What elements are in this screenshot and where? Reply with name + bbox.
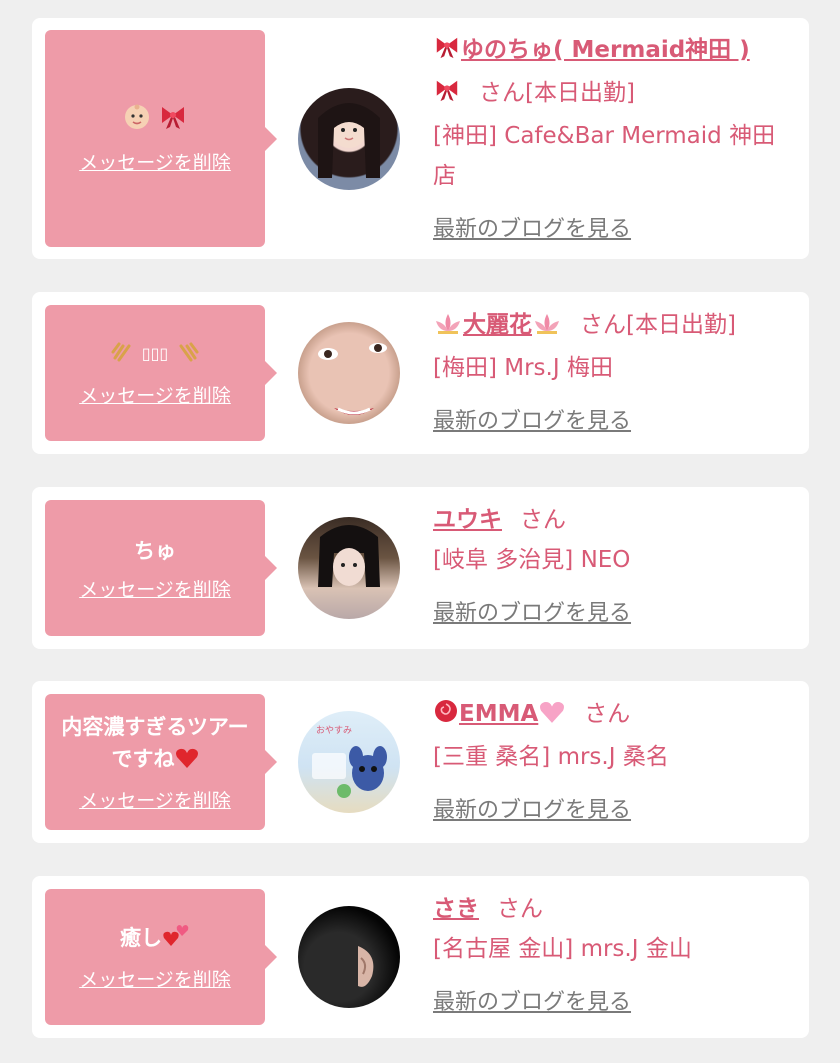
delete-message-link[interactable]: メッセージを削除 xyxy=(79,148,231,175)
profile-info: 大麗花 さん[本日出勤] [梅田] Mrs.J 梅田 最新のブログを見る xyxy=(433,305,797,442)
svg-text:おやすみ: おやすみ xyxy=(316,725,352,736)
profile-name-link[interactable]: さき xyxy=(433,896,479,922)
sparkle-icon xyxy=(173,340,199,373)
list-item: ▯▯▯ メッセージを削除 大麗花 さん[本日出勤] [梅田] Mrs.J 梅田 … xyxy=(32,292,809,454)
message-body: 内容濃すぎるツアーですね xyxy=(61,715,249,771)
avatar[interactable] xyxy=(298,517,400,619)
message-bubble: 内容濃すぎるツアーですね メッセージを削除 xyxy=(45,694,277,830)
baby-icon xyxy=(123,103,151,140)
list-item: メッセージを削除 ゆのちゅ( Mermaid神田 ) さん[本日出勤] [神田]… xyxy=(32,18,809,259)
latest-blog-link[interactable]: 最新のブログを見る xyxy=(433,210,631,250)
message-body: ▯▯▯ xyxy=(141,344,169,363)
shop-name: [三重 桑名] mrs.J 桑名 xyxy=(433,744,669,770)
message-text: ちゅ xyxy=(134,538,176,563)
honorific-status: さん[本日出勤] xyxy=(479,80,635,106)
shop-name: [名古屋 金山] mrs.J 金山 xyxy=(433,936,692,962)
message-text: 癒し xyxy=(112,922,198,957)
two-hearts-icon xyxy=(162,922,190,957)
honorific-status: さん xyxy=(584,701,631,727)
avatar[interactable]: おやすみ xyxy=(298,711,400,813)
rose-icon xyxy=(433,697,459,737)
delete-message-link[interactable]: メッセージを削除 xyxy=(79,381,231,408)
profile-info: EMMA さん [三重 桑名] mrs.J 桑名 最新のブログを見る xyxy=(433,694,797,831)
latest-blog-link[interactable]: 最新のブログを見る xyxy=(433,594,631,634)
list-item: 内容濃すぎるツアーですね メッセージを削除 おやすみ EMMA さん [三重 桑… xyxy=(32,681,809,843)
profile-name-link[interactable]: ゆのちゅ( Mermaid神田 ) xyxy=(461,37,750,63)
delete-message-link[interactable]: メッセージを削除 xyxy=(79,786,231,813)
profile-info: ユウキ さん [岐阜 多治見] NEO 最新のブログを見る xyxy=(433,500,797,634)
message-bubble: ちゅ メッセージを削除 xyxy=(45,500,277,636)
ribbon-icon xyxy=(433,76,461,116)
list-item: ちゅ メッセージを削除 ユウキ さん [岐阜 多治見] NEO 最新のブログを見る xyxy=(32,487,809,649)
message-bubble: メッセージを削除 xyxy=(45,30,277,247)
message-body: 癒し xyxy=(120,926,162,950)
avatar[interactable] xyxy=(298,906,400,1008)
message-text: 内容濃すぎるツアーですね xyxy=(45,711,265,778)
shop-name: [梅田] Mrs.J 梅田 xyxy=(433,355,613,381)
latest-blog-link[interactable]: 最新のブログを見る xyxy=(433,791,631,831)
honorific-status: さん[本日出勤] xyxy=(580,312,736,338)
delete-message-link[interactable]: メッセージを削除 xyxy=(79,575,231,602)
message-bubble: ▯▯▯ メッセージを削除 xyxy=(45,305,277,441)
avatar[interactable] xyxy=(298,88,400,190)
list-item: 癒し メッセージを削除 さき さん [名古屋 金山] mrs.J 金山 最新のブロ… xyxy=(32,876,809,1038)
honorific-status: さん xyxy=(520,507,566,533)
shop-name: [岐阜 多治見] NEO xyxy=(433,547,631,573)
profile-info: さき さん [名古屋 金山] mrs.J 金山 最新のブログを見る xyxy=(433,889,797,1023)
shop-name: [神田] Cafe&Bar Mermaid 神田店 xyxy=(433,123,776,189)
message-text: ▯▯▯ xyxy=(103,338,208,373)
red-heart-icon xyxy=(175,746,199,778)
ribbon-icon xyxy=(159,103,187,140)
favorites-list: メッセージを削除 ゆのちゅ( Mermaid神田 ) さん[本日出勤] [神田]… xyxy=(0,0,840,1063)
message-bubble: 癒し メッセージを削除 xyxy=(45,889,277,1025)
message-text xyxy=(115,103,194,140)
lotus-icon xyxy=(433,308,463,348)
profile-info: ゆのちゅ( Mermaid神田 ) さん[本日出勤] [神田] Cafe&Bar… xyxy=(433,30,797,250)
latest-blog-link[interactable]: 最新のブログを見る xyxy=(433,402,631,442)
honorific-status: さん xyxy=(497,896,543,922)
pink-heart-icon xyxy=(538,697,566,737)
avatar[interactable] xyxy=(298,322,400,424)
lotus-icon xyxy=(532,308,562,348)
latest-blog-link[interactable]: 最新のブログを見る xyxy=(433,983,631,1023)
delete-message-link[interactable]: メッセージを削除 xyxy=(79,965,231,992)
profile-name-link[interactable]: ユウキ xyxy=(433,507,502,533)
profile-name-link[interactable]: EMMA xyxy=(459,701,538,727)
ribbon-icon xyxy=(433,33,461,73)
profile-name-link[interactable]: 大麗花 xyxy=(463,312,532,338)
sparkle-icon xyxy=(111,340,137,373)
